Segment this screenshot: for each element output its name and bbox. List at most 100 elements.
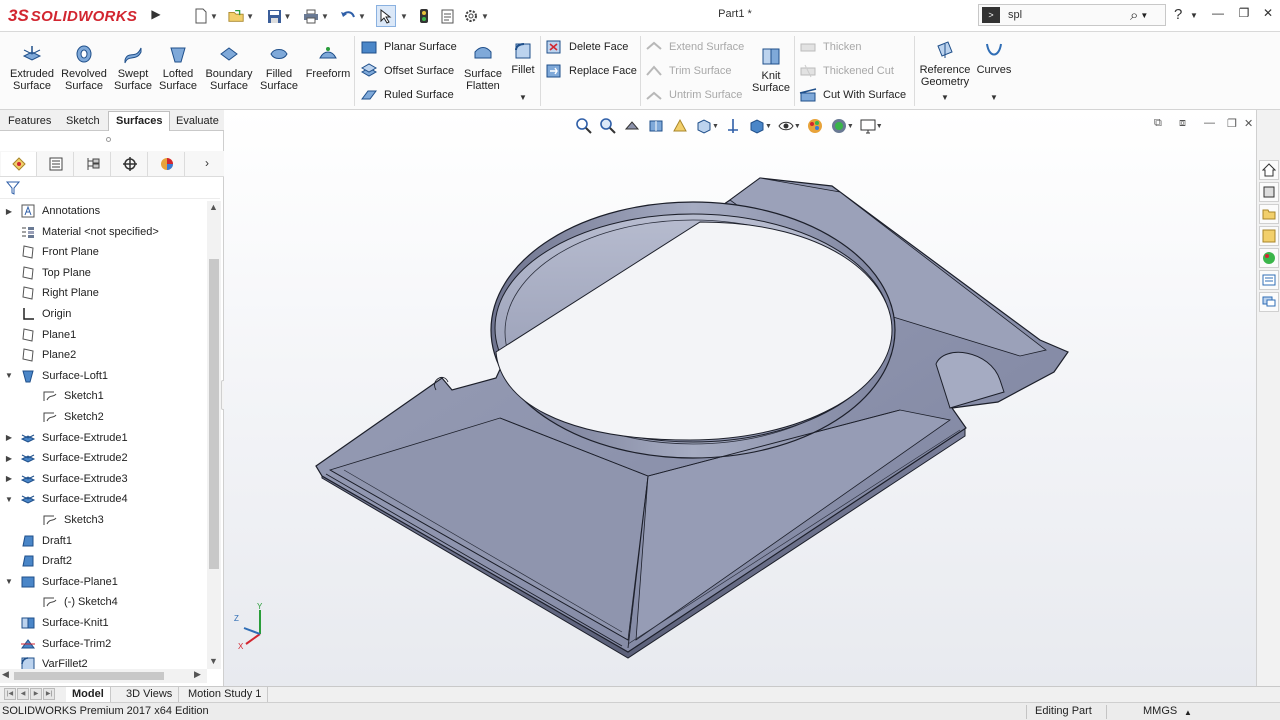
select-dropdown-icon[interactable]: ▼ (398, 5, 408, 27)
feature-tree-item[interactable]: ▼ Surface-Loft1 (0, 366, 206, 386)
feature-tree-item[interactable]: Front Plane (0, 242, 206, 262)
thickened-cut-button[interactable]: Thickened Cut (799, 61, 894, 81)
filter-icon[interactable] (5, 180, 21, 196)
ruled-surface-button[interactable]: Ruled Surface (360, 85, 454, 105)
revolved-surface-button[interactable]: Revolved Surface (60, 44, 108, 92)
feature-tree-item[interactable]: Draft2 (0, 551, 206, 571)
untrim-surface-button[interactable]: Untrim Surface (645, 85, 742, 105)
boundary-surface-button[interactable]: Boundary Surface (202, 44, 256, 92)
tab-3d-views[interactable]: 3D Views (120, 687, 180, 702)
feature-tree-item[interactable]: Surface-Trim2 (0, 634, 206, 654)
appearances-scenes-icon[interactable] (1259, 248, 1279, 268)
help-dropdown-icon[interactable]: ▼ (1190, 11, 1198, 20)
display-manager-tab[interactable] (149, 152, 185, 176)
unit-system-selector[interactable]: MMGS (1143, 705, 1177, 717)
search-dropdown-icon[interactable]: ▼ (1140, 11, 1148, 20)
scroll-up-icon[interactable]: ▲ (209, 202, 218, 212)
feature-tree-item[interactable]: Right Plane (0, 283, 206, 303)
feature-tree-item[interactable]: Material <not specified> (0, 222, 206, 242)
feature-tree-item[interactable]: Sketch1 (0, 386, 206, 406)
trim-surface-button[interactable]: Trim Surface (645, 61, 732, 81)
feature-tree-item[interactable]: ▼ Surface-Extrude4 (0, 489, 206, 509)
filled-surface-button[interactable]: Filled Surface (256, 44, 302, 92)
select-cursor-icon[interactable] (376, 5, 396, 27)
feature-tree-item[interactable]: Plane2 (0, 345, 206, 365)
freeform-button[interactable]: Freeform (304, 44, 352, 80)
surface-flatten-button[interactable]: Surface Flatten (460, 44, 506, 92)
tab-surfaces[interactable]: Surfaces (108, 111, 171, 131)
unit-system-dropdown-icon[interactable]: ▲ (1184, 708, 1192, 717)
tree-vertical-scrollbar[interactable]: ▲ ▼ (207, 201, 221, 669)
scroll-left-icon[interactable]: ◀ (2, 669, 9, 680)
view-palette-icon[interactable] (1259, 226, 1279, 246)
extruded-surface-button[interactable]: Extruded Surface (6, 44, 58, 92)
swept-surface-button[interactable]: Swept Surface (110, 44, 156, 92)
delete-face-button[interactable]: Delete Face (545, 37, 628, 57)
search-input[interactable] (1008, 9, 1128, 21)
reference-geometry-dropdown-icon[interactable]: ▼ (941, 93, 949, 102)
extend-surface-button[interactable]: Extend Surface (645, 37, 744, 57)
feature-tree-item[interactable]: ▶ Surface-Extrude1 (0, 428, 206, 448)
feature-manager-tab[interactable] (1, 152, 37, 176)
forum-icon[interactable] (1259, 292, 1279, 312)
rebuild-traffic-light-icon[interactable] (416, 5, 432, 27)
restore-window-icon[interactable]: ❐ (1234, 6, 1254, 24)
lofted-surface-button[interactable]: Lofted Surface (156, 44, 200, 92)
search-icon[interactable]: ⌕ (1130, 7, 1138, 24)
tab-sketch[interactable]: Sketch (58, 111, 108, 131)
reference-geometry-button[interactable]: Reference Geometry (918, 40, 972, 88)
property-manager-tab[interactable] (38, 152, 74, 176)
last-tab-arrow-icon[interactable]: ▶| (43, 688, 55, 700)
new-document-icon[interactable]: ▼ (194, 5, 218, 27)
fillet-button[interactable]: Fillet (508, 40, 538, 76)
tree-expander-icon[interactable]: ▶ (4, 433, 14, 442)
feature-tree-item[interactable]: ▼ Surface-Plane1 (0, 572, 206, 592)
panel-grip-icon[interactable] (106, 137, 111, 142)
feature-tree-item[interactable]: (-) Sketch4 (0, 592, 206, 612)
feature-tree-item[interactable]: Sketch3 (0, 510, 206, 530)
cut-with-surface-button[interactable]: Cut With Surface (799, 85, 906, 105)
feature-tree-item[interactable]: Origin (0, 304, 206, 324)
tree-expander-icon[interactable]: ▼ (4, 495, 14, 504)
tree-filter-row[interactable] (0, 177, 220, 199)
save-icon[interactable]: ▼ (266, 5, 292, 27)
feature-tree-item[interactable]: Surface-Knit1 (0, 613, 206, 633)
tab-motion-study-1[interactable]: Motion Study 1 (182, 687, 269, 702)
feature-tree-item[interactable]: ▶ Annotations (0, 201, 206, 221)
design-library-icon[interactable] (1259, 182, 1279, 202)
curves-button[interactable]: Curves (976, 40, 1012, 76)
surface-model-render[interactable] (224, 110, 1256, 686)
curves-dropdown-icon[interactable]: ▼ (990, 93, 998, 102)
feature-tree-item[interactable]: ▶ Surface-Extrude2 (0, 448, 206, 468)
scroll-thumb[interactable] (209, 259, 219, 569)
scroll-right-icon[interactable]: ▶ (194, 669, 201, 680)
scroll-thumb[interactable] (14, 672, 164, 680)
next-tab-arrow-icon[interactable]: ▶ (30, 688, 42, 700)
tab-features[interactable]: Features (0, 111, 59, 131)
feature-tree-item[interactable]: Sketch2 (0, 407, 206, 427)
command-prompt-icon[interactable]: > (982, 7, 1000, 23)
tree-expander-icon[interactable]: ▼ (4, 577, 14, 586)
feature-tree-item[interactable]: VarFillet2 (0, 654, 206, 669)
tree-expander-icon[interactable]: ▶ (4, 454, 14, 463)
feature-tree-item[interactable]: Plane1 (0, 325, 206, 345)
search-commands-box[interactable]: > ⌕ ▼ (978, 4, 1166, 26)
file-explorer-icon[interactable] (1259, 204, 1279, 224)
dimxpert-manager-tab[interactable] (112, 152, 148, 176)
more-tabs-arrow-icon[interactable]: › (205, 156, 209, 170)
menu-expand-arrow-icon[interactable]: ▶ (148, 7, 164, 25)
scroll-down-icon[interactable]: ▼ (209, 656, 218, 666)
open-folder-icon[interactable]: ▼ (228, 5, 254, 27)
undo-icon[interactable]: ▼ (338, 5, 368, 27)
prev-tab-arrow-icon[interactable]: ◀ (17, 688, 29, 700)
close-window-icon[interactable]: ✕ (1258, 6, 1278, 24)
tab-evaluate[interactable]: Evaluate (168, 111, 227, 131)
feature-tree-item[interactable]: Top Plane (0, 263, 206, 283)
help-button[interactable]: ? (1174, 6, 1182, 23)
knit-surface-button[interactable]: Knit Surface (750, 46, 792, 94)
tree-expander-icon[interactable]: ▼ (4, 371, 14, 380)
thicken-button[interactable]: Thicken (799, 37, 862, 57)
minimize-window-icon[interactable]: — (1208, 6, 1228, 24)
print-icon[interactable]: ▼ (302, 5, 330, 27)
tree-expander-icon[interactable]: ▶ (4, 474, 14, 483)
